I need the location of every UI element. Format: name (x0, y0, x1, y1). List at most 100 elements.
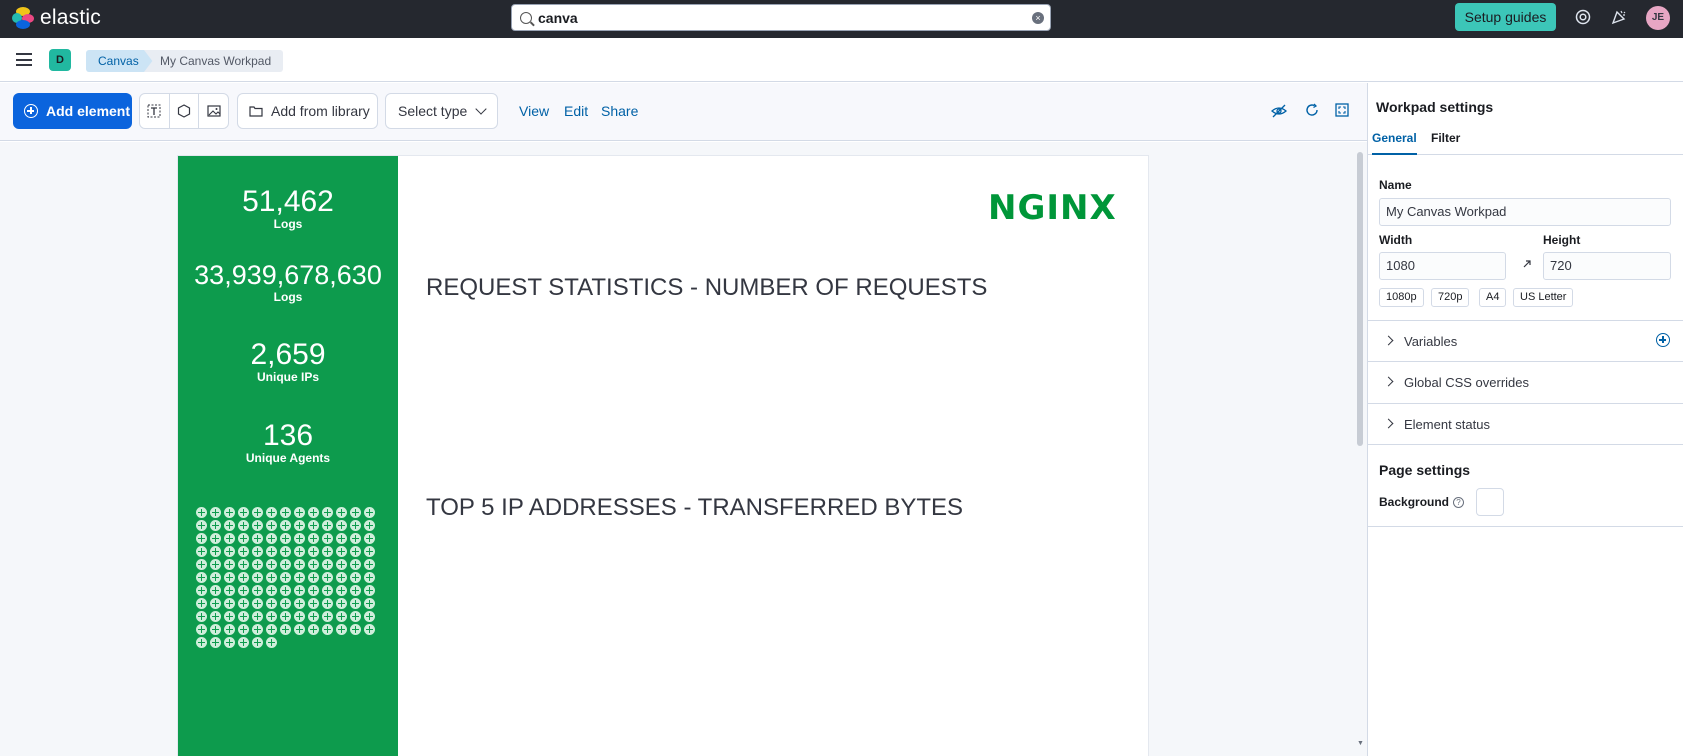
edit-menu[interactable]: Edit (564, 103, 588, 119)
setup-guides-button[interactable]: Setup guides (1455, 3, 1556, 31)
tab-filter[interactable]: Filter (1431, 131, 1460, 145)
clear-search-icon[interactable]: × (1032, 12, 1044, 24)
name-field[interactable]: My Canvas Workpad (1379, 198, 1671, 226)
metrics-panel[interactable]: 51,462 Logs 33,939,678,630 Logs 2,659 Un… (178, 156, 398, 756)
news-feed-icon[interactable] (1610, 9, 1628, 27)
elastic-logo[interactable]: elastic (12, 6, 101, 30)
chevron-right-icon (1383, 376, 1394, 387)
agent-globe-icon (224, 611, 235, 622)
request-statistics-title[interactable]: REQUEST STATISTICS - NUMBER OF REQUESTS (426, 274, 987, 302)
add-from-library-button[interactable]: Add from library (237, 93, 378, 129)
metric-unique-ips[interactable]: 2,659 Unique IPs (178, 339, 398, 384)
tab-general[interactable]: General (1372, 131, 1417, 155)
agent-globe-icon (322, 533, 333, 544)
space-avatar[interactable]: D (49, 49, 71, 71)
agent-globe-icon (322, 598, 333, 609)
metric-unique-agents[interactable]: 136 Unique Agents (178, 420, 398, 465)
metric-bytes[interactable]: 33,939,678,630 Logs (178, 259, 398, 304)
refresh-icon[interactable] (1304, 103, 1320, 119)
agent-globe-icon (210, 624, 221, 635)
agent-globe-icon (336, 611, 347, 622)
top-ip-addresses-title[interactable]: TOP 5 IP ADDRESSES - TRANSFERRED BYTES (426, 494, 963, 522)
agent-globe-icon (336, 598, 347, 609)
agent-globe-icon (294, 598, 305, 609)
eye-closed-icon[interactable] (1271, 103, 1287, 119)
breadcrumb-workpad: My Canvas Workpad (144, 50, 284, 72)
accordion-label: Variables (1404, 334, 1458, 349)
name-label: Name (1379, 178, 1412, 192)
agent-globe-icon (238, 637, 249, 648)
agent-globe-icon (350, 520, 361, 531)
scroll-down-icon[interactable]: ▼ (1357, 740, 1364, 747)
background-label: Background ? (1379, 495, 1465, 509)
canvas-scrollbar[interactable] (1357, 152, 1363, 446)
question-icon[interactable]: ? (1453, 496, 1465, 508)
help-icon[interactable] (1574, 9, 1592, 27)
section-divider (1368, 444, 1683, 445)
preset-us-letter-button[interactable]: US Letter (1513, 288, 1574, 307)
agent-globe-icon (196, 572, 207, 583)
text-element-icon[interactable] (140, 94, 170, 128)
agent-globe-icon (322, 520, 333, 531)
height-field[interactable]: 720 (1543, 252, 1671, 280)
agent-globe-icon (294, 611, 305, 622)
chevron-down-icon (475, 103, 487, 115)
fullscreen-icon[interactable] (1334, 103, 1350, 119)
agent-globe-icon (196, 637, 207, 648)
nginx-logo[interactable]: NGINX (988, 188, 1117, 228)
folder-icon (249, 106, 263, 117)
background-color-picker[interactable] (1476, 488, 1504, 516)
agent-globe-icon (252, 507, 263, 518)
image-element-icon[interactable] (199, 94, 228, 128)
view-menu[interactable]: View (519, 103, 549, 119)
preset-1080p-button[interactable]: 1080p (1379, 288, 1424, 307)
agent-globe-icon (252, 611, 263, 622)
global-css-accordion[interactable]: Global CSS overrides (1368, 361, 1683, 402)
workpad-page[interactable]: 51,462 Logs 33,939,678,630 Logs 2,659 Un… (177, 155, 1149, 756)
agent-globe-icon (224, 546, 235, 557)
agent-globe-icon (336, 572, 347, 583)
variables-accordion[interactable]: Variables (1368, 320, 1683, 361)
agent-globe-icon (294, 546, 305, 557)
preset-720p-button[interactable]: 720p (1431, 288, 1470, 307)
user-avatar[interactable]: JE (1646, 6, 1670, 30)
metric-logs[interactable]: 51,462 Logs (178, 186, 398, 231)
add-variable-icon[interactable] (1656, 333, 1670, 347)
element-status-accordion[interactable]: Element status (1368, 403, 1683, 444)
global-search-input[interactable]: canva × (511, 4, 1051, 31)
select-type-label: Select type (398, 103, 468, 119)
agent-globe-icon (196, 611, 207, 622)
agent-globe-icon (322, 572, 333, 583)
agent-globe-icon (196, 585, 207, 596)
chevron-right-icon (1383, 418, 1394, 429)
agent-globe-icon (308, 611, 319, 622)
agent-globe-icon (350, 572, 361, 583)
agent-globe-icon (308, 533, 319, 544)
agent-globe-icon (308, 624, 319, 635)
agent-globe-icon (364, 546, 375, 557)
agent-globe-icon (294, 624, 305, 635)
select-type-dropdown[interactable]: Select type (385, 93, 498, 129)
agent-globe-icon (322, 546, 333, 557)
accordion-label: Element status (1404, 417, 1490, 432)
add-element-button[interactable]: Add element (13, 93, 132, 129)
shape-element-icon[interactable] (170, 94, 200, 128)
metric-label: Unique Agents (245, 451, 331, 465)
share-menu[interactable]: Share (601, 103, 638, 119)
agent-globe-icon (252, 533, 263, 544)
search-value: canva (538, 9, 578, 26)
agent-globe-icon (350, 585, 361, 596)
agent-globe-icon (336, 533, 347, 544)
agent-globe-icon (350, 507, 361, 518)
agent-globe-icon (322, 585, 333, 596)
agent-globe-icon (210, 572, 221, 583)
agent-icon-grid[interactable] (196, 507, 386, 648)
menu-icon[interactable] (16, 53, 32, 66)
panel-title: Workpad settings (1376, 99, 1494, 115)
width-field[interactable]: 1080 (1379, 252, 1506, 280)
breadcrumb-canvas[interactable]: Canvas (86, 50, 157, 72)
agent-globe-icon (322, 507, 333, 518)
link-dimensions-icon[interactable] (1521, 258, 1533, 273)
agent-globe-icon (252, 624, 263, 635)
preset-a4-button[interactable]: A4 (1479, 288, 1507, 307)
